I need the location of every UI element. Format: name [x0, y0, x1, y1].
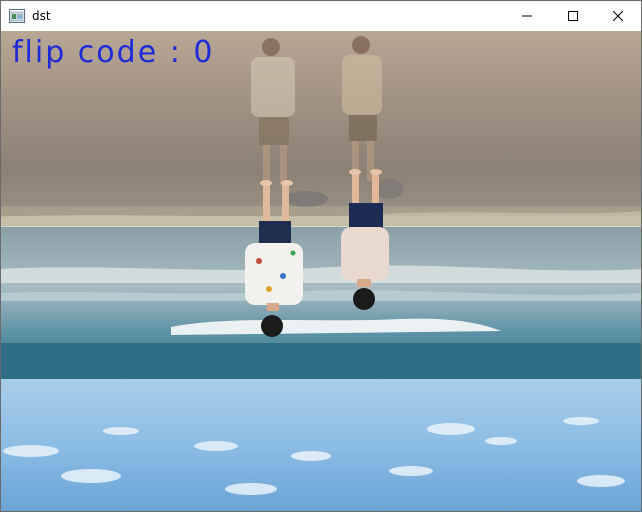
close-icon	[613, 11, 623, 21]
title-bar[interactable]: dst	[1, 1, 641, 31]
maximize-icon	[568, 11, 578, 21]
close-button[interactable]	[595, 1, 641, 31]
cloud	[3, 445, 59, 457]
flip-code-label: flip code : 0	[12, 35, 215, 70]
cloud	[194, 441, 238, 451]
maximize-button[interactable]	[550, 1, 596, 31]
image-canvas: flip code : 0	[1, 31, 641, 511]
sky-area	[1, 379, 641, 511]
app-icon	[9, 9, 25, 23]
cloud	[427, 423, 475, 435]
cloud	[61, 469, 121, 483]
cloud	[225, 483, 277, 495]
minimize-button[interactable]	[504, 1, 550, 31]
cloud	[577, 475, 625, 487]
opencv-window: dst flip code: 0	[0, 0, 642, 512]
shadow	[375, 179, 403, 199]
cloud	[103, 427, 139, 435]
cloud	[291, 451, 331, 461]
cloud	[563, 417, 599, 425]
cloud	[389, 466, 433, 476]
flipped-beach-photo	[1, 31, 641, 511]
minimize-icon	[522, 15, 532, 17]
cloud	[485, 437, 517, 445]
window-title: dst	[32, 9, 51, 23]
shadow	[284, 191, 328, 207]
deep-water	[1, 343, 641, 379]
